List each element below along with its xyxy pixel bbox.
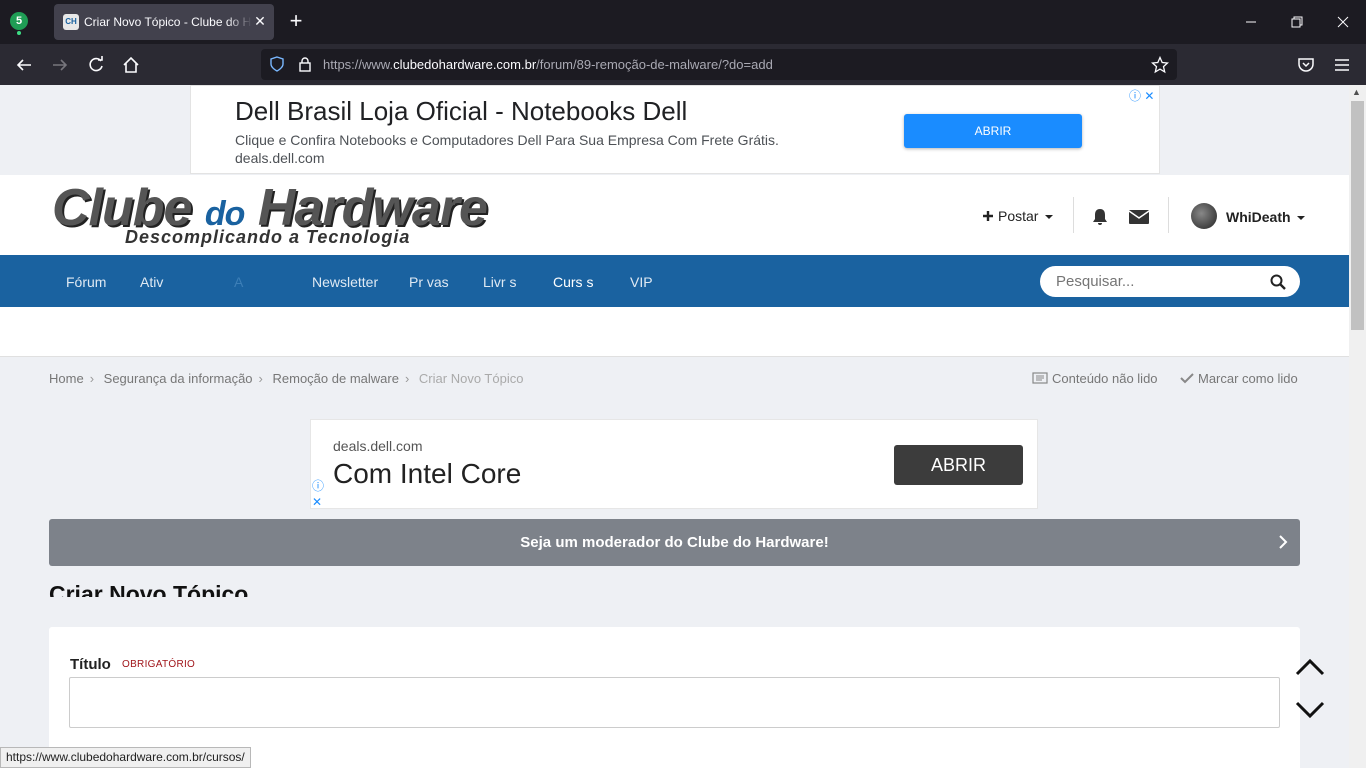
breadcrumb-security[interactable]: Segurança da informação (104, 371, 253, 386)
scroll-bottom-chevron-down-icon[interactable] (1294, 697, 1326, 721)
header-divider (1168, 197, 1169, 233)
breadcrumb-current: Criar Novo Tópico (418, 371, 524, 386)
mark-read-link[interactable]: Marcar como lido (1180, 371, 1298, 386)
ad-open-button[interactable]: ABRIR (894, 445, 1023, 485)
new-tab-icon[interactable]: + (286, 10, 306, 32)
title-field-label: Título (70, 656, 111, 673)
check-icon (1180, 373, 1194, 384)
caret-down-icon (1297, 216, 1306, 220)
title-input[interactable] (69, 677, 1280, 728)
nav-item-activity[interactable]: Ativ (140, 274, 163, 290)
ad-url[interactable]: deals.dell.com (333, 438, 423, 454)
restore-icon[interactable] (1287, 12, 1307, 32)
notifications-bell-icon[interactable] (1090, 207, 1110, 232)
ad-open-button[interactable]: ABRIR (904, 114, 1082, 148)
extension-status-dot (17, 31, 21, 35)
sub-navigation-bar (0, 307, 1349, 357)
forward-icon[interactable] (49, 54, 71, 76)
page-scrollbar[interactable]: ▲ (1349, 85, 1366, 768)
menu-icon[interactable] (1331, 54, 1353, 76)
main-navigation: Fórum Ativ A Newsletter Pr vas Livr s Cu… (0, 255, 1349, 307)
browser-tab-active[interactable]: CH Criar Novo Tópico - Clube do Hardware… (54, 4, 274, 40)
user-menu[interactable]: WhiDeath (1226, 209, 1306, 225)
ad-title[interactable]: Dell Brasil Loja Oficial - Notebooks Del… (235, 96, 687, 127)
url-text: https://www.clubedohardware.com.br/forum… (323, 57, 773, 72)
page-title: Criar Novo Tópico (49, 581, 249, 597)
nav-item-cursos[interactable]: Curs s (553, 274, 593, 290)
scroll-top-chevron-up-icon[interactable] (1294, 655, 1326, 679)
ad-choices-icons[interactable]: ⓘ ✕ (1129, 87, 1154, 104)
moderator-banner[interactable]: Seja um moderador do Clube do Hardware! (49, 519, 1300, 566)
post-button[interactable]: Postar (982, 208, 1054, 224)
nav-item-livros[interactable]: Livr s (483, 274, 516, 290)
link-preview-status: https://www.clubedohardware.com.br/curso… (0, 747, 251, 768)
site-header: Clube do Hardware Descomplicando a Tecno… (0, 175, 1349, 255)
newspaper-icon (1032, 372, 1048, 384)
home-icon[interactable] (120, 54, 142, 76)
ad-close-icon[interactable]: ✕ (1144, 89, 1154, 103)
required-badge: OBRIGATÓRIO (122, 659, 196, 670)
messages-envelope-icon[interactable] (1128, 207, 1150, 232)
breadcrumb-home[interactable]: Home (49, 371, 84, 386)
moderator-banner-text: Seja um moderador do Clube do Hardware! (520, 534, 829, 551)
web-page: Dell Brasil Loja Oficial - Notebooks Del… (0, 85, 1349, 768)
user-avatar[interactable] (1191, 203, 1217, 229)
ad-close-icon[interactable]: ✕ (312, 494, 324, 510)
ad-choices-icons[interactable]: ⓘ ✕ (312, 478, 324, 510)
search-icon[interactable] (1270, 274, 1286, 290)
nav-item-a[interactable]: A (234, 274, 243, 290)
minimize-icon[interactable] (1241, 12, 1261, 32)
browser-tab-bar: 5 CH Criar Novo Tópico - Clube do Hardwa… (0, 0, 1366, 44)
reload-icon[interactable] (85, 54, 107, 76)
ad-url[interactable]: deals.dell.com (235, 150, 325, 166)
tracking-shield-icon[interactable] (269, 56, 285, 72)
breadcrumb: Home › Segurança da informação › Remoção d… (49, 371, 524, 386)
ad-banner-top[interactable]: Dell Brasil Loja Oficial - Notebooks Del… (190, 85, 1160, 174)
tab-close-icon[interactable]: ✕ (252, 13, 268, 29)
close-window-icon[interactable] (1333, 12, 1353, 32)
site-favicon-icon: CH (63, 14, 79, 30)
ad-description: Clique e Confira Notebooks e Computadore… (235, 132, 779, 148)
browser-toolbar: https://www.clubedohardware.com.br/forum… (0, 44, 1366, 85)
bookmark-star-icon[interactable] (1151, 56, 1169, 74)
unread-content-link[interactable]: Conteúdo não lido (1032, 371, 1158, 386)
nav-item-provas[interactable]: Pr vas (409, 274, 449, 290)
url-bar[interactable]: https://www.clubedohardware.com.br/forum… (261, 49, 1177, 80)
back-icon[interactable] (13, 54, 35, 76)
ad-banner-middle[interactable]: deals.dell.com Com Intel Core ABRIR ⓘ ✕ (310, 419, 1038, 509)
header-divider (1073, 197, 1074, 233)
extension-icon[interactable]: 5 (10, 12, 28, 30)
lock-icon[interactable] (297, 56, 313, 72)
search-input[interactable] (1056, 273, 1256, 290)
scrollbar-up-arrow-icon[interactable]: ▲ (1352, 87, 1361, 97)
plus-icon (983, 211, 993, 221)
search-box[interactable] (1040, 266, 1300, 297)
ad-info-icon[interactable]: ⓘ (1129, 89, 1141, 103)
site-tagline: Descomplicando a Tecnologia (125, 227, 411, 247)
pocket-icon[interactable] (1295, 54, 1317, 76)
ad-info-icon[interactable]: ⓘ (312, 478, 324, 494)
caret-down-icon (1045, 215, 1054, 219)
scrollbar-thumb[interactable] (1351, 101, 1364, 330)
chevron-right-icon (1279, 535, 1288, 549)
breadcrumb-malware[interactable]: Remoção de malware (273, 371, 399, 386)
nav-item-vip[interactable]: VIP (630, 274, 653, 290)
ad-title[interactable]: Com Intel Core (333, 458, 521, 490)
nav-item-forum[interactable]: Fórum (66, 274, 106, 290)
tab-title: Criar Novo Tópico - Clube do Hardware (84, 15, 252, 29)
nav-item-newsletter[interactable]: Newsletter (312, 274, 378, 290)
